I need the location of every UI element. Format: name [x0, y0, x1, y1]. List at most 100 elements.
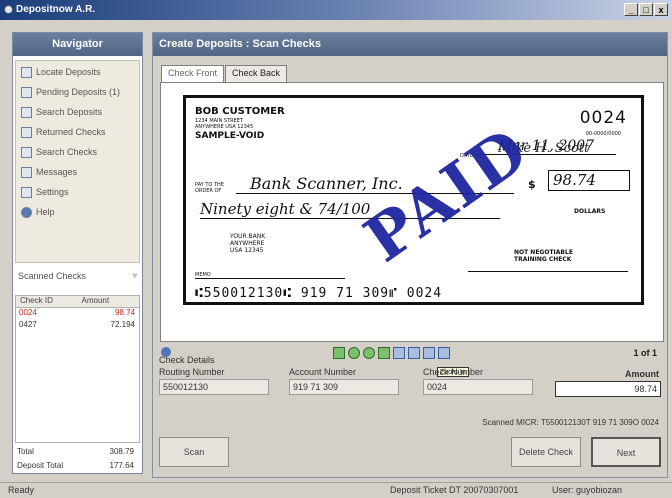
column-header-check-id[interactable]: Check ID — [16, 296, 78, 307]
check-dollars-label: DOLLARS — [574, 208, 606, 215]
nav-item-search-deposits[interactable]: Search Deposits — [16, 103, 139, 121]
zoom-in-icon[interactable] — [423, 347, 435, 359]
status-deposit-ticket: Deposit Ticket DT 20070307001 — [390, 485, 519, 495]
rotate-left-icon[interactable] — [333, 347, 345, 359]
check-void-text: SAMPLE-VOID — [195, 131, 265, 141]
navigator-list: Locate Deposits Pending Deposits (1) Sea… — [15, 60, 140, 263]
messages-icon — [21, 166, 32, 178]
scanned-checks-header[interactable]: Scanned Checks ▿ — [15, 271, 140, 286]
scanned-checks-table: Check ID Amount 0024 98.74 0427 72.194 — [15, 295, 140, 443]
nav-item-search-checks[interactable]: Search Checks — [16, 143, 139, 161]
tab-check-back[interactable]: Check Back — [225, 65, 288, 82]
page-indicator: 1 of 1 — [633, 348, 657, 358]
collapse-arrow-icon[interactable]: ▿ — [133, 271, 137, 280]
amount-field[interactable]: 98.74 — [555, 381, 661, 397]
rotate-right-icon[interactable] — [348, 347, 360, 359]
delete-check-button[interactable]: Delete Check — [511, 437, 581, 467]
not-negotiable-line: TRAINING CHECK — [514, 256, 572, 263]
nav-item-help[interactable]: Help — [16, 203, 139, 221]
nav-item-label: Settings — [36, 187, 69, 197]
flip-icon[interactable] — [363, 347, 375, 359]
pending-icon — [21, 86, 32, 98]
routing-number-label: Routing Number — [159, 367, 225, 377]
not-negotiable-line: NOT NEGOTIABLE — [514, 249, 573, 256]
nav-item-label: Search Checks — [36, 147, 98, 157]
nav-item-label: Help — [36, 207, 55, 217]
scanned-checks-columns: Check ID Amount — [16, 296, 139, 308]
bank-line: USA 12345 — [230, 247, 264, 254]
nav-item-label: Pending Deposits (1) — [36, 87, 121, 97]
nav-item-settings[interactable]: Settings — [16, 183, 139, 201]
check-image: BOB CUSTOMER 1234 MAIN STREET ANYWHERE U… — [183, 95, 644, 305]
status-user: User: guyobiozan — [552, 485, 623, 495]
zoom-out-icon[interactable] — [438, 347, 450, 359]
check-id-cell: 0024 — [19, 308, 37, 317]
main-panel: Create Deposits : Scan Checks Check Fron… — [152, 32, 668, 478]
check-id-cell: 0427 — [19, 320, 37, 329]
check-number-printed: 0024 — [579, 108, 627, 128]
check-details-title: Check Details — [159, 355, 215, 365]
deposit-total-value: 177.64 — [109, 461, 134, 470]
nav-item-label: Messages — [36, 167, 78, 177]
title-bar: Depositnow A.R. _ □ x — [0, 0, 672, 20]
table-row[interactable]: 0427 72.194 — [16, 320, 139, 332]
settings-icon — [21, 186, 32, 198]
check-signature-line — [468, 268, 628, 272]
nav-item-messages[interactable]: Messages — [16, 163, 139, 181]
status-ready: Ready — [8, 485, 35, 495]
deposit-total-line: Deposit Total 177.64 — [15, 461, 140, 475]
fit-icon[interactable] — [393, 347, 405, 359]
scan-button[interactable]: Scan — [159, 437, 229, 467]
nav-item-label: Search Deposits — [36, 107, 103, 117]
nav-item-label: Returned Checks — [36, 127, 106, 137]
scanned-micr-readout: Scanned MICR: T550012130T 919 71 309O 00… — [482, 418, 659, 427]
image-tools — [333, 347, 450, 359]
amount-cell: 72.194 — [110, 320, 135, 329]
nav-item-returned-checks[interactable]: Returned Checks — [16, 123, 139, 141]
app-icon — [4, 5, 13, 14]
check-number-field[interactable]: 0024 — [423, 379, 533, 395]
check-address: 1234 MAIN STREET ANYWHERE USA 12345 — [195, 118, 253, 130]
crop-icon[interactable] — [378, 347, 390, 359]
totals-section: Total 308.79 Deposit Total 177.64 — [15, 447, 140, 475]
search-checks-icon — [21, 146, 32, 158]
search-deposits-icon — [21, 106, 32, 118]
check-address-line: ANYWHERE USA 12345 — [195, 124, 254, 130]
check-fraction-routing: 00-0000/0000 — [585, 131, 621, 137]
pan-icon[interactable] — [408, 347, 420, 359]
image-tabs: Check Front Check Back — [161, 65, 288, 83]
routing-number-field[interactable]: 550012130 — [159, 379, 269, 395]
window-title: Depositnow A.R. — [16, 4, 96, 15]
check-account-holder: BOB CUSTOMER — [195, 106, 285, 117]
total-line: Total 308.79 — [15, 447, 140, 461]
maximize-button[interactable]: □ — [639, 3, 653, 16]
deposit-total-label: Deposit Total — [17, 461, 64, 470]
nav-item-label: Locate Deposits — [36, 67, 101, 77]
help-icon — [21, 206, 32, 218]
check-bank-info: YOUR BANK ANYWHERE USA 12345 — [230, 233, 265, 254]
nav-item-pending-deposits[interactable]: Pending Deposits (1) — [16, 83, 139, 101]
column-header-amount[interactable]: Amount — [78, 296, 140, 307]
minimize-button[interactable]: _ — [624, 3, 638, 16]
bank-line: ANYWHERE — [230, 240, 265, 247]
close-button[interactable]: x — [654, 3, 668, 16]
check-micr-line: ⑆550012130⑆ 919 71 309⑈ 0024 — [195, 286, 443, 301]
amount-cell: 98.74 — [114, 308, 135, 317]
pay-label-line: ORDER OF — [195, 188, 222, 194]
image-toolbar: 1 of 1 — [161, 345, 661, 363]
check-amount-box: 98.74 — [548, 170, 630, 191]
next-button[interactable]: Next — [591, 437, 661, 467]
nav-item-locate-deposits[interactable]: Locate Deposits — [16, 63, 139, 81]
total-label: Total — [17, 447, 34, 456]
main-title: Create Deposits : Scan Checks — [153, 33, 667, 56]
table-row[interactable]: 0024 98.74 — [16, 308, 139, 320]
bank-line: YOUR BANK — [230, 233, 266, 240]
scanned-checks-title: Scanned Checks — [18, 271, 87, 281]
amount-label: Amount — [625, 369, 659, 379]
application-window: Depositnow A.R. _ □ x Navigator Locate D… — [0, 0, 672, 498]
total-value: 308.79 — [109, 447, 134, 456]
folder-search-icon — [21, 66, 32, 78]
tab-check-front[interactable]: Check Front — [161, 65, 225, 83]
account-number-field[interactable]: 919 71 309 — [289, 379, 399, 395]
check-not-negotiable: NOT NEGOTIABLE TRAINING CHECK — [514, 249, 573, 263]
